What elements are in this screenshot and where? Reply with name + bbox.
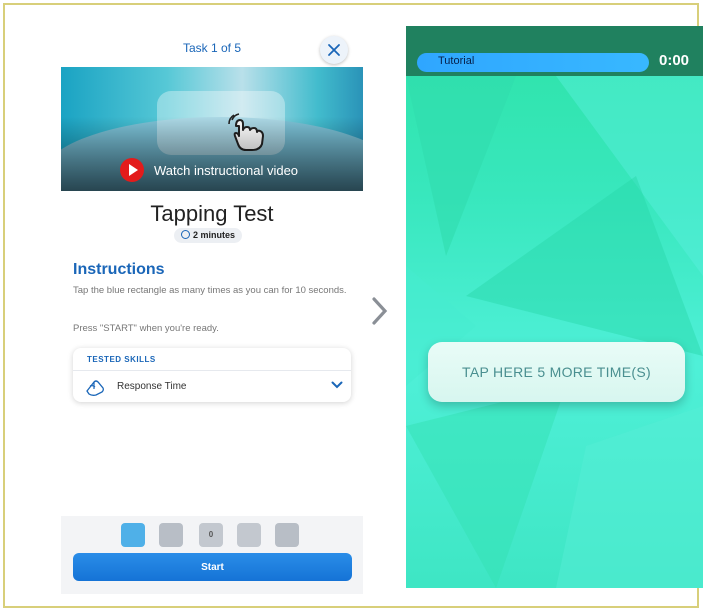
duration-text: 2 minutes <box>193 230 236 240</box>
tested-skills-heading: TESTED SKILLS <box>87 355 156 364</box>
close-button[interactable] <box>320 36 348 64</box>
close-icon <box>328 44 340 56</box>
tap-target-button[interactable]: TAP HERE 5 MORE TIME(S) <box>428 342 685 402</box>
divider <box>73 370 351 371</box>
chevron-down-icon[interactable] <box>331 380 343 390</box>
play-icon[interactable] <box>120 158 144 182</box>
thumb-5[interactable] <box>275 523 299 547</box>
skill-response-time: Response Time <box>117 381 187 392</box>
task-screen: Task 1 of 5 Watch instructional video Ta… <box>61 26 363 594</box>
video-label[interactable]: Watch instructional video <box>154 163 298 178</box>
tutorial-label: Tutorial <box>438 55 475 67</box>
timer: 0:00 <box>659 52 690 69</box>
instructions-heading: Instructions <box>73 261 165 278</box>
start-button[interactable]: Start <box>73 553 352 581</box>
chevron-right-icon <box>372 297 388 325</box>
thumb-3[interactable]: 0 <box>199 523 223 547</box>
thumb-tapping[interactable] <box>121 523 145 547</box>
background-pattern <box>406 76 703 588</box>
thumb-2[interactable] <box>159 523 183 547</box>
tested-skills-card: TESTED SKILLS Response Time <box>73 348 351 402</box>
game-screen: Tutorial 0:00 TAP HERE 5 MORE TIME(S) <box>406 26 703 588</box>
test-title: Tapping Test <box>150 201 274 226</box>
task-counter: Task 1 of 5 <box>182 41 242 55</box>
thumb-4[interactable] <box>237 523 261 547</box>
tap-hand-icon <box>86 380 104 396</box>
instructions-ready: Press "START" when you're ready. <box>73 323 219 334</box>
clock-icon <box>181 230 190 239</box>
duration-badge: 2 minutes <box>174 228 243 243</box>
tutorial-progress-bar: Tutorial <box>417 53 649 72</box>
instructions-text: Tap the blue rectangle as many times as … <box>73 285 347 296</box>
